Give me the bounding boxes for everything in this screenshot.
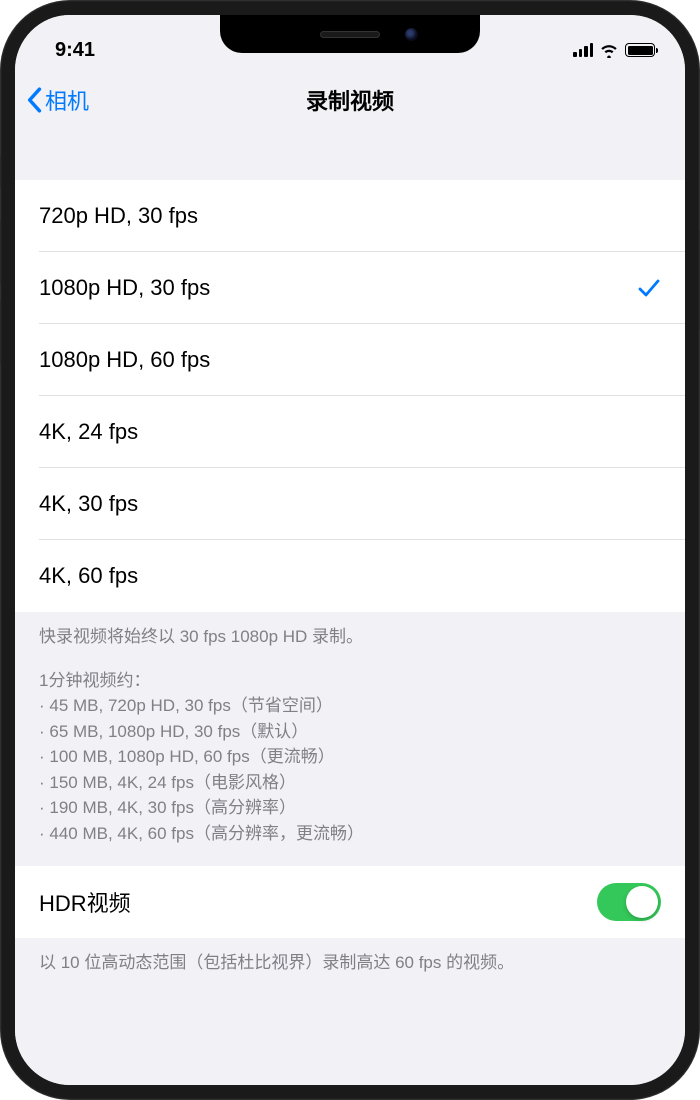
cellular-signal-icon	[573, 43, 593, 57]
nav-bar: 相机 录制视频	[15, 70, 685, 130]
content-area: 720p HD, 30 fps 1080p HD, 30 fps 1080p H…	[15, 130, 685, 1085]
resolution-label: 4K, 60 fps	[39, 563, 138, 589]
notch	[220, 15, 480, 53]
resolution-label: 1080p HD, 60 fps	[39, 347, 210, 373]
resolution-option[interactable]: 4K, 30 fps	[15, 468, 685, 540]
checkmark-icon	[637, 277, 661, 299]
chevron-left-icon	[25, 87, 43, 113]
status-time: 9:41	[55, 39, 95, 62]
resolution-label: 1080p HD, 30 fps	[39, 275, 210, 301]
resolution-label: 4K, 30 fps	[39, 491, 138, 517]
size-row: · 100 MB, 1080p HD, 60 fps（更流畅）	[39, 744, 661, 770]
hdr-toggle[interactable]	[597, 883, 661, 921]
resolution-list: 720p HD, 30 fps 1080p HD, 30 fps 1080p H…	[15, 180, 685, 612]
wifi-icon	[599, 43, 619, 58]
quick-record-note: 快录视频将始终以 30 fps 1080p HD 录制。	[39, 624, 661, 650]
size-row: · 440 MB, 4K, 60 fps（高分辨率，更流畅）	[39, 821, 661, 847]
back-button[interactable]: 相机	[25, 84, 89, 116]
resolution-label: 4K, 24 fps	[39, 419, 138, 445]
back-label: 相机	[45, 84, 89, 116]
size-row: · 190 MB, 4K, 30 fps（高分辨率）	[39, 795, 661, 821]
resolution-option[interactable]: 720p HD, 30 fps	[15, 180, 685, 252]
resolution-option[interactable]: 4K, 60 fps	[15, 540, 685, 612]
page-title: 录制视频	[15, 84, 685, 116]
resolution-label: 720p HD, 30 fps	[39, 203, 198, 229]
resolution-option[interactable]: 1080p HD, 30 fps	[15, 252, 685, 324]
size-row: · 65 MB, 1080p HD, 30 fps（默认）	[39, 719, 661, 745]
size-intro: 1分钟视频约：	[39, 668, 661, 694]
size-row: · 45 MB, 720p HD, 30 fps（节省空间）	[39, 693, 661, 719]
resolution-footer: 快录视频将始终以 30 fps 1080p HD 录制。 1分钟视频约： · 4…	[15, 612, 685, 866]
resolution-option[interactable]: 1080p HD, 60 fps	[15, 324, 685, 396]
hdr-footer: 以 10 位高动态范围（包括杜比视界）录制高达 60 fps 的视频。	[15, 938, 685, 1006]
size-row: · 150 MB, 4K, 24 fps（电影风格）	[39, 770, 661, 796]
hdr-label: HDR视频	[39, 886, 131, 918]
resolution-option[interactable]: 4K, 24 fps	[15, 396, 685, 468]
battery-icon	[625, 43, 655, 57]
hdr-video-row: HDR视频	[15, 866, 685, 938]
